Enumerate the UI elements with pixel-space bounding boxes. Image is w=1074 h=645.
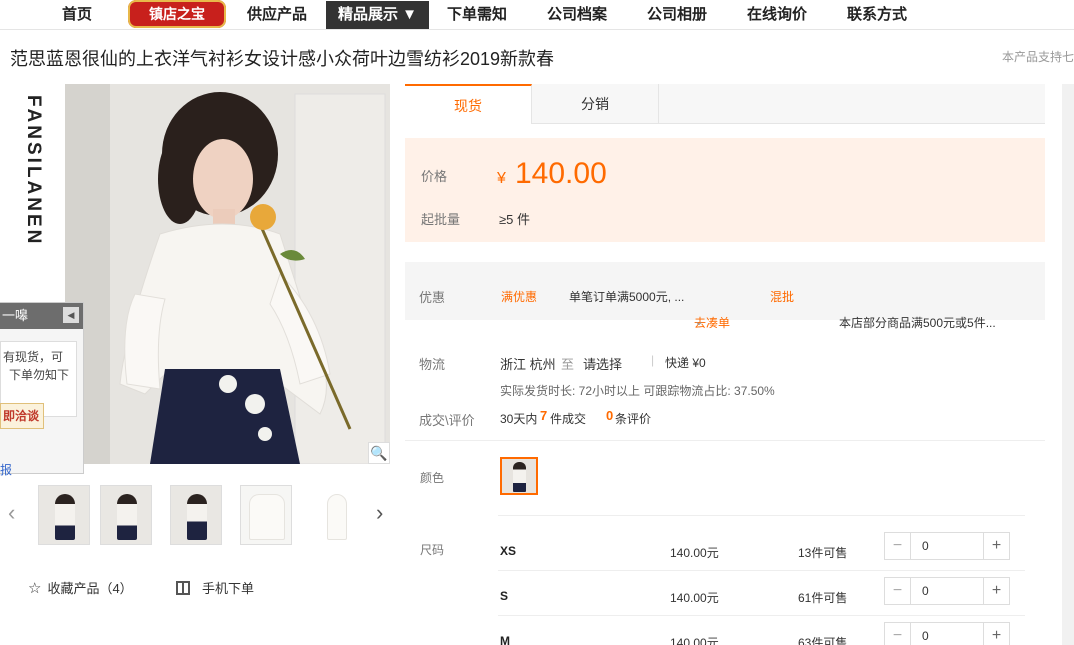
quantity-input[interactable] [912,623,982,645]
shipping-to-word: 至 [561,357,575,372]
review-suffix[interactable]: 条评价 [615,410,651,427]
deals-prefix: 30天内 [500,412,538,426]
mobile-order-label: 手机下单 [202,581,255,596]
sku-size: S [500,589,509,603]
promo-discount-text: 单笔订单满5000元, ... [569,290,685,304]
purchase-tabs: 现货 分销 [405,84,1045,124]
quantity-input[interactable] [912,533,982,559]
page-scrollbar[interactable] [1062,84,1074,645]
color-swatch-white[interactable] [500,457,538,495]
chat-widget: 一嗥 ◀ 有现货，可 下单勿知下 即洽谈 报 [0,302,84,477]
plus-icon[interactable]: + [983,578,1009,604]
sku-stock: 61件可售 [798,591,848,605]
sku-row-xs: XS 140.00元 13件可售 − + [498,526,1025,571]
sku-stock: 13件可售 [798,546,848,560]
shipping-time-stats: 实际发货时长: 72小时以上 可跟踪物流占比: 37.50% [500,384,775,398]
color-label: 颜色 [420,471,445,485]
plus-icon[interactable]: + [983,533,1009,559]
nav-online-inquiry[interactable]: 在线询价 [747,0,807,30]
thumbnail-prev-icon[interactable]: ‹ [8,500,15,526]
tab-distribution[interactable]: 分销 [532,84,659,124]
section-divider [498,515,1025,516]
sku-price: 140.00元 [670,636,719,645]
moq-label: 起批量 [421,212,461,227]
qr-code-icon [176,581,190,595]
chat-report-link[interactable]: 报 [0,461,12,478]
minus-icon[interactable]: − [885,533,911,559]
nav-home[interactable]: 首页 [62,0,92,30]
review-count[interactable]: 0 [606,408,613,423]
minus-icon[interactable]: − [885,623,911,645]
favorite-button[interactable]: ☆ 收藏产品（4） [28,578,133,597]
nav-products[interactable]: 供应产品 [247,0,307,30]
chat-message-line-2: 下单勿知下 [9,368,70,382]
mobile-order-button[interactable]: 手机下单 [176,578,254,597]
shipping-express-fee: 快递 ¥0 [665,356,706,370]
nav-contact[interactable]: 联系方式 [847,0,907,30]
chat-title: 一嗥 [2,308,29,323]
deals-suffix: 件成交 [550,412,587,426]
plus-icon[interactable]: + [983,623,1009,645]
thumbnail-2[interactable] [100,485,152,545]
thumbnail-4[interactable] [240,485,292,545]
promo-label: 优惠 [419,290,446,305]
deals-count: 7 [540,408,548,423]
sku-size: XS [500,544,517,558]
shipping-label: 物流 [419,357,446,372]
product-title: 范思蓝恩很仙的上衣洋气衬衫女设计感小众荷叶边雪纺衫2019新款春 [10,49,555,69]
chat-message-line-1: 有现货，可 [3,350,64,364]
chevron-down-icon: ⌄ [694,314,705,328]
nav-company-profile[interactable]: 公司档案 [547,0,607,30]
promo-tag-mixed: 混批 [770,290,795,304]
chevron-down-icon: ⌄ [839,314,850,328]
collapse-icon[interactable]: ◀ [63,307,79,323]
sku-price: 140.00元 [670,546,719,560]
chevron-down-icon: ⌄ [589,354,600,369]
moq-value: ≥5 件 [499,212,530,227]
size-label: 尺码 [420,543,445,557]
top-navigation: 首页 镇店之宝 供应产品 精品展示 ▼ 下单需知 公司档案 公司相册 在线询价 … [0,0,1074,30]
chat-header: 一嗥 ◀ [0,303,83,329]
quantity-stepper: − + [884,532,1010,560]
sku-size: M [500,634,510,645]
sku-row-s: S 140.00元 61件可售 − + [498,571,1025,616]
price-currency: ¥ [497,170,506,187]
sku-stock: 63件可售 [798,636,848,645]
nav-badge-shop-treasure[interactable]: 镇店之宝 [128,0,226,28]
price-value: 140.00 [515,157,607,190]
price-label: 价格 [421,169,448,184]
zoom-icon[interactable]: 🔍 [368,442,390,464]
quantity-input[interactable] [912,578,982,604]
favorite-label: 收藏产品（4） [47,581,133,596]
promotion-panel: 优惠 满优惠 单笔订单满5000元, ... 去凑单 ⌄ 混批 本店部分商品满5… [405,262,1045,330]
nav-order-guide[interactable]: 下单需知 [447,0,507,30]
quantity-stepper: − + [884,622,1010,645]
section-divider [405,440,1045,441]
sku-row-m: M 140.00元 63件可售 − + [498,616,1025,645]
chat-now-button[interactable]: 即洽谈 [0,403,44,429]
minus-icon[interactable]: − [885,578,911,604]
thumbnail-next-icon[interactable]: › [376,500,383,526]
price-panel: 价格 ¥ 140.00 起批量 ≥5 件 [405,138,1045,242]
nav-company-album[interactable]: 公司相册 [647,0,707,30]
thumbnail-1[interactable] [38,485,90,545]
tab-in-stock[interactable]: 现货 [405,84,532,124]
deals-label: 成交\评价 [419,413,475,428]
quantity-stepper: − + [884,577,1010,605]
nav-featured[interactable]: 精品展示 ▼ [326,1,430,29]
thumbnail-3[interactable] [170,485,222,545]
thumbnail-5[interactable] [310,485,362,545]
brand-logo: FANSILANEN [23,95,44,247]
model-illustration [65,84,390,464]
sku-price: 140.00元 [670,591,719,605]
support-note: 本产品支持七 [1001,50,1074,64]
main-product-photo[interactable] [65,84,390,464]
shipping-separator: | [651,353,655,367]
promo-tag-discount: 满优惠 [501,290,538,304]
star-icon: ☆ [28,580,42,597]
shipping-origin: 浙江 杭州 [500,357,556,372]
